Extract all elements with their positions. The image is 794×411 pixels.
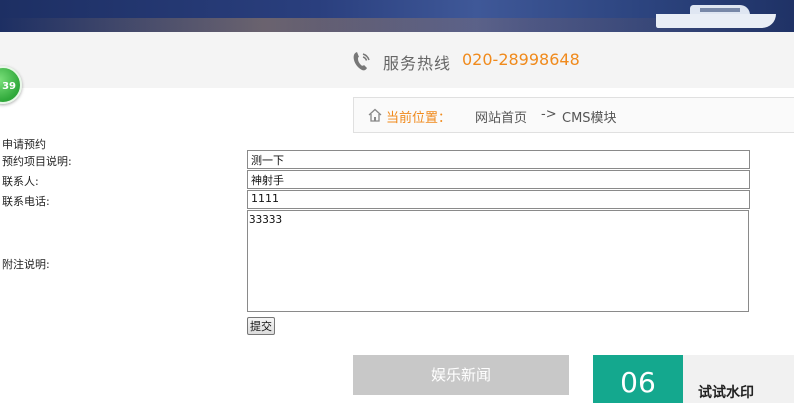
entertainment-news-tab[interactable]: 娱乐新闻 — [353, 355, 569, 395]
home-icon — [368, 108, 382, 122]
phone-input[interactable]: 1111 — [247, 190, 750, 209]
breadcrumb: 当前位置： 网站首页 -> CMS模块 — [353, 97, 794, 133]
hotline-number: 020-28998648 — [462, 50, 580, 69]
yacht-hull — [656, 14, 776, 28]
note-textarea[interactable]: 33333 — [247, 210, 749, 312]
project-desc-input[interactable]: 测一下 — [247, 150, 750, 169]
contact-name-label: 联系人: — [2, 175, 39, 188]
note-label: 附注说明: — [2, 258, 50, 271]
news-item-title[interactable]: 试试水印 — [698, 382, 754, 402]
breadcrumb-home-link[interactable]: 网站首页 — [475, 107, 527, 126]
hotline-label: 服务热线 — [383, 54, 452, 73]
form-title: 申请预约 — [2, 138, 46, 151]
breadcrumb-cms-link[interactable]: CMS模块 — [562, 107, 617, 126]
phone-icon — [353, 52, 370, 71]
date-day: 06 — [593, 355, 683, 403]
submit-button[interactable]: 提交 — [247, 317, 275, 335]
project-desc-label: 预约项目说明: — [2, 155, 72, 168]
breadcrumb-current-label: 当前位置： — [386, 111, 452, 126]
breadcrumb-separator: -> — [541, 107, 557, 122]
top-banner-image — [0, 0, 794, 32]
yacht-window — [700, 8, 740, 12]
phone-label: 联系电话: — [2, 195, 50, 208]
contact-name-input[interactable]: 神射手 — [247, 170, 750, 189]
